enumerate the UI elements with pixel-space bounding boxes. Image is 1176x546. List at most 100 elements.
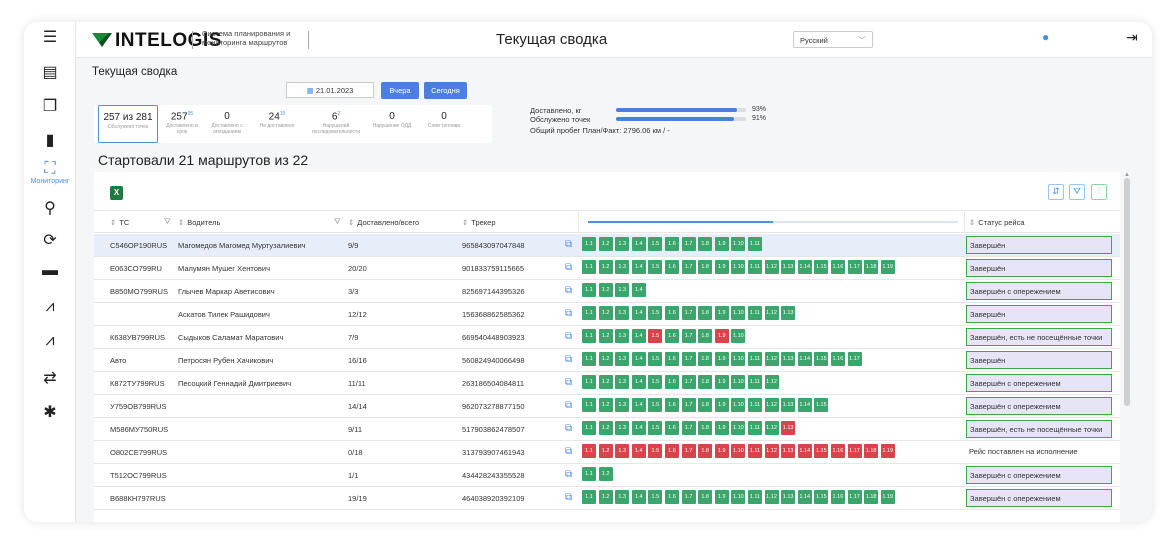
route-point[interactable]: 1.11	[747, 306, 762, 320]
stat-card[interactable]: 0 Слив топлива	[420, 105, 468, 143]
route-point[interactable]: 1.5	[648, 306, 663, 320]
table-row[interactable]: С546ОР190RUS Магомедов Магомед Муртузалие…	[94, 234, 1120, 256]
route-point[interactable]: 1.1	[582, 398, 596, 412]
logout-icon[interactable]: ⇥	[1126, 29, 1138, 46]
filter-icon[interactable]: ⛛	[1069, 184, 1085, 200]
route-point[interactable]: 1.13	[781, 352, 796, 366]
route-point[interactable]: 1.10	[731, 329, 746, 343]
route-point[interactable]: 1.3	[615, 352, 630, 366]
column-header-delivered[interactable]: ⇕ Доставлено/всего	[348, 218, 419, 227]
route-point[interactable]: 1.18	[864, 490, 879, 504]
stat-card[interactable]: 257 из 281 Обслужено точек	[98, 105, 158, 143]
column-header-status[interactable]: ⇕ Статус рейса	[969, 218, 1025, 227]
scrollbar[interactable]	[1124, 178, 1130, 406]
route-point[interactable]: 1.15	[814, 398, 829, 412]
route-point[interactable]: 1.9	[714, 398, 729, 412]
route-point[interactable]: 1.9	[714, 375, 729, 389]
route-point[interactable]: 1.8	[698, 444, 713, 458]
route-point[interactable]: 1.1	[582, 260, 596, 274]
route-point[interactable]: 1.13	[781, 398, 796, 412]
route-point[interactable]: 1.7	[681, 329, 696, 343]
route-point[interactable]: 1.2	[598, 490, 613, 504]
route-point[interactable]: 1.2	[598, 306, 613, 320]
route-point[interactable]: 1.10	[731, 237, 746, 251]
route-point[interactable]: 1.3	[615, 444, 630, 458]
route-point[interactable]: 1.10	[731, 490, 746, 504]
route-point[interactable]: 1.10	[731, 444, 746, 458]
route-point[interactable]: 1.7	[681, 490, 696, 504]
route-point[interactable]: 1.16	[830, 260, 845, 274]
sidebar-item-documents[interactable]: ❐	[24, 96, 76, 116]
route-point[interactable]: 1.14	[797, 444, 812, 458]
yesterday-button[interactable]: Вчера	[381, 82, 419, 99]
external-link-icon[interactable]: ⧉	[565, 446, 572, 457]
route-point[interactable]: 1.11	[747, 421, 762, 435]
route-point[interactable]: 1.1	[582, 375, 596, 389]
route-point[interactable]: 1.15	[814, 490, 829, 504]
route-point[interactable]: 1.4	[631, 490, 646, 504]
route-point[interactable]: 1.18	[864, 260, 879, 274]
route-point[interactable]: 1.16	[830, 490, 845, 504]
sidebar-item-menu[interactable]: ☰	[24, 27, 76, 47]
route-point[interactable]: 1.4	[631, 306, 646, 320]
route-point[interactable]: 1.9	[714, 352, 729, 366]
route-point[interactable]: 1.9	[714, 329, 729, 343]
route-point[interactable]: 1.6	[664, 260, 679, 274]
route-point[interactable]: 1.11	[747, 260, 762, 274]
route-point[interactable]: 1.10	[731, 260, 746, 274]
table-row[interactable]: У759ОВ799RUS 14/14 962073278877150 ⧉ 1.1 1.2 1…	[94, 395, 1120, 417]
sidebar-item-sync[interactable]: ⟳	[24, 230, 76, 250]
stat-card[interactable]: 2410 Не доставлено	[252, 105, 302, 143]
route-point[interactable]: 1.6	[664, 352, 679, 366]
route-point[interactable]: 1.15	[814, 352, 829, 366]
route-point[interactable]: 1.8	[698, 490, 713, 504]
table-row[interactable]: В850МО799RUS Глычев Маркар Аветисович 3/3 8…	[94, 280, 1120, 302]
filter-icon[interactable]: ⛛	[164, 217, 171, 227]
route-point[interactable]: 1.6	[664, 490, 679, 504]
route-point[interactable]: 1.5	[648, 260, 663, 274]
route-point[interactable]: 1.12	[764, 306, 779, 320]
route-point[interactable]: 1.5	[648, 490, 663, 504]
route-point[interactable]: 1.11	[747, 444, 762, 458]
route-point[interactable]: 1.6	[664, 375, 679, 389]
route-point[interactable]: 1.8	[698, 352, 713, 366]
route-point[interactable]: 1.1	[582, 283, 596, 297]
route-point[interactable]: 1.6	[664, 237, 679, 251]
table-row[interactable]: Т512ОС799RUS 1/1 434428243355528 ⧉ 1.1 1.2 Зав…	[94, 464, 1120, 486]
column-header-driver[interactable]: ⇕ Водитель	[178, 218, 220, 227]
route-point[interactable]: 1.2	[598, 444, 613, 458]
sidebar-item-chart[interactable]: ⩘	[24, 298, 76, 316]
route-point[interactable]: 1.17	[847, 352, 862, 366]
route-point[interactable]: 1.5	[648, 329, 663, 343]
route-point[interactable]: 1.10	[731, 398, 746, 412]
route-point[interactable]: 1.7	[681, 398, 696, 412]
route-point[interactable]: 1.7	[681, 352, 696, 366]
route-point[interactable]: 1.16	[830, 352, 845, 366]
route-point[interactable]: 1.2	[598, 375, 613, 389]
date-picker[interactable]: ▦ 21.01.2023	[286, 82, 374, 98]
route-point[interactable]: 1.2	[598, 421, 613, 435]
stat-card[interactable]: 0 Нарушение ОДД	[370, 105, 414, 143]
route-point[interactable]: 1.19	[880, 260, 895, 274]
route-point[interactable]: 1.9	[714, 237, 729, 251]
route-point[interactable]: 1.9	[714, 444, 729, 458]
route-point[interactable]: 1.8	[698, 398, 713, 412]
stat-card[interactable]: 62 Нарушений последовательности	[306, 105, 366, 143]
sidebar-item-transfer[interactable]: ⇄	[24, 368, 76, 388]
route-point[interactable]: 1.8	[698, 237, 713, 251]
route-point[interactable]: 1.2	[598, 352, 613, 366]
route-point[interactable]: 1.12	[764, 398, 779, 412]
route-point[interactable]: 1.5	[648, 352, 663, 366]
route-point[interactable]: 1.8	[698, 260, 713, 274]
sidebar-item-monitoring[interactable]: ⛶ Мониторинг	[24, 160, 76, 185]
route-point[interactable]: 1.6	[664, 444, 679, 458]
table-row[interactable]: Аскатов Тилек Рашидович 12/12 156368862585…	[94, 303, 1120, 325]
stat-card[interactable]: 25795 Доставлено в срок	[162, 105, 202, 143]
route-point[interactable]: 1.7	[681, 260, 696, 274]
route-point[interactable]: 1.12	[764, 352, 779, 366]
route-point[interactable]: 1.4	[631, 329, 646, 343]
route-point[interactable]: 1.12	[764, 260, 779, 274]
route-point[interactable]: 1.3	[615, 329, 630, 343]
route-point[interactable]: 1.3	[615, 375, 630, 389]
sidebar-item-routes[interactable]: ⚲	[24, 198, 76, 218]
